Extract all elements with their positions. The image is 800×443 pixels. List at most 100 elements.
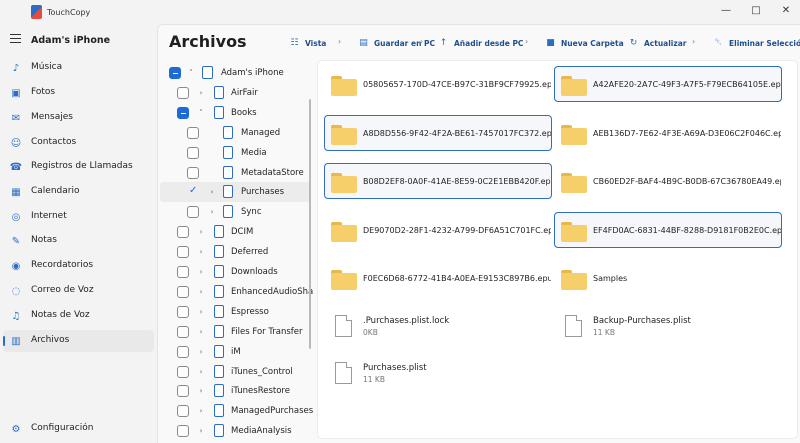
phone-icon: ☎ [9, 161, 23, 173]
tree-item[interactable]: › ManagedPurchases [160, 401, 313, 421]
chevron-down-icon[interactable]: ˅ [197, 108, 205, 118]
chevron-right-icon[interactable]: › [197, 307, 205, 317]
tree-item[interactable]: › Sync [160, 202, 311, 222]
chevron-right-icon[interactable]: › [197, 386, 205, 396]
sidebar-item-phone[interactable]: ☎ Registros de Llamadas [3, 156, 154, 178]
chevron-right-icon[interactable]: › [197, 227, 205, 237]
tree-item[interactable]: › DCIM [160, 222, 311, 242]
sidebar-item-messages[interactable]: ✉ Mensajes [3, 107, 154, 129]
tree-item-label: Books [231, 107, 257, 118]
tree-item-checkbox[interactable] [177, 325, 189, 338]
sidebar-item-calendar[interactable]: ▦ Calendario [3, 181, 154, 203]
tree-item-checkbox[interactable] [177, 266, 189, 278]
tree-item[interactable]: › Espresso [160, 302, 311, 322]
minimize-button[interactable]: — [711, 0, 741, 20]
folder-item[interactable]: DE9070D2-28F1-4232-A799-DF6A51C701FC.epu… [324, 212, 552, 248]
tree-item[interactable]: › Downloads [160, 262, 311, 282]
chevron-right-icon[interactable]: › [197, 327, 205, 337]
tree-item[interactable]: › Files For Transfer [160, 322, 311, 342]
tree-item[interactable]: MetadataStore [160, 163, 311, 183]
tree-item[interactable]: › EnhancedAudioShare [160, 282, 313, 302]
toolbar-refresh-button[interactable]: ↻ Actualizar [628, 35, 687, 51]
tree-item[interactable]: ˅ Adam's iPhone [160, 63, 311, 83]
tree-item[interactable]: Media [160, 143, 311, 163]
tree-item-checkbox[interactable] [177, 305, 189, 318]
folder-item[interactable]: Samples [554, 260, 782, 296]
tree-item[interactable]: › iTunes_Control [160, 362, 311, 382]
sidebar-item-voice-memo[interactable]: ♫ Notas de Voz [3, 305, 154, 327]
sidebar-item-globe[interactable]: ◎ Internet [3, 206, 154, 228]
file-browser-pane: 05805657-170D-47CE-B97C-31BF9CF79925.epu… [317, 60, 798, 439]
chevron-right-icon[interactable]: › [197, 267, 205, 277]
folder-item[interactable]: 05805657-170D-47CE-B97C-31BF9CF79925.epu… [324, 66, 552, 102]
tree-scrollbar[interactable] [309, 99, 311, 349]
tree-item[interactable]: Managed [160, 123, 311, 143]
chevron-down-icon[interactable]: ˅ [187, 68, 195, 78]
close-button[interactable]: ✕ [771, 0, 800, 20]
sidebar-item-settings[interactable]: ⚙ Configuración [3, 418, 154, 440]
folder-icon [214, 384, 224, 398]
tree-item[interactable]: › iM [160, 342, 311, 362]
tree-item-checkbox[interactable] [177, 106, 189, 119]
sidebar-item-photos[interactable]: ▣ Fotos [3, 82, 154, 104]
delete-icon: ␡ [714, 38, 723, 48]
tree-item[interactable]: › AirFair [160, 83, 311, 103]
tree-item-checkbox[interactable] [177, 405, 189, 418]
tree-item-checkbox[interactable] [177, 246, 189, 259]
tree-item[interactable]: ˅ Books [160, 103, 311, 123]
toolbar-grid-view-button[interactable]: ☷ Vista [289, 35, 326, 51]
tree-item-checkbox[interactable] [177, 226, 189, 239]
chevron-right-icon[interactable]: › [197, 347, 205, 357]
tree-item-checkbox[interactable] [177, 86, 189, 99]
folder-item[interactable]: A8D8D556-9F42-4F2A-BE61-7457017FC372.epu… [324, 114, 552, 151]
tree-item-checkbox[interactable] [177, 285, 189, 298]
file-item[interactable]: .Purchases.plist.lock 0KB [324, 310, 552, 346]
folder-item[interactable]: A42AFE20-2A7C-49F3-A7F5-F79ECB64105E.epu… [554, 66, 782, 102]
toolbar-delete-button[interactable]: ␡ Eliminar Selección [713, 35, 800, 51]
chevron-right-icon[interactable]: › [208, 207, 216, 217]
chevron-right-icon[interactable]: › [208, 187, 216, 197]
tree-item[interactable]: › Deferred [160, 242, 311, 262]
chevron-right-icon[interactable]: › [197, 287, 205, 297]
tree-item-label: MetadataStore [241, 167, 304, 178]
tree-item-checkbox[interactable] [177, 365, 189, 378]
tree-item-checkbox[interactable] [177, 345, 189, 358]
sidebar-item-label: Notas [31, 235, 57, 245]
tree-item-checkbox[interactable] [187, 185, 199, 198]
chevron-right-icon[interactable]: › [197, 406, 205, 416]
tree-item-label: EnhancedAudioShare [231, 286, 313, 297]
sidebar-item-music[interactable]: ♪ Música [3, 57, 154, 79]
tree-item-checkbox[interactable] [169, 67, 181, 79]
hamburger-menu-icon[interactable] [10, 34, 21, 43]
file-item[interactable]: Purchases.plist 11 KB [324, 357, 552, 393]
maximize-button[interactable]: □ [741, 0, 771, 20]
file-item[interactable]: Backup-Purchases.plist 11 KB [554, 310, 782, 346]
folder-item[interactable]: CB60ED2F-BAF4-4B9C-B0DB-67C36780EA49.epu… [554, 163, 782, 199]
tree-item-checkbox[interactable] [187, 206, 199, 219]
folder-item[interactable]: F0EC6D68-6772-41B4-A0EA-E9153C897B6.epub [324, 260, 552, 296]
sidebar-item-reminders[interactable]: ◉ Recordatorios [3, 255, 154, 277]
folder-item[interactable]: EF4FD0AC-6831-44BF-8288-D9181F0B2E0C.epu… [554, 211, 782, 248]
toolbar-save-to-pc-button[interactable]: ▤ Guardar en PC [358, 35, 435, 51]
chevron-right-icon[interactable]: › [197, 426, 205, 436]
tree-item[interactable]: › MediaAnalysis [160, 421, 311, 441]
folder-item[interactable]: AEB136D7-7E62-4F3E-A69A-D3E06C2F046C.epu… [554, 115, 782, 151]
sidebar-item-notes[interactable]: ✎ Notas [3, 230, 154, 252]
toolbar-upload-button[interactable]: ↑ Añadir desde PC [438, 35, 524, 51]
sidebar-item-files[interactable]: ▥ Archivos [3, 330, 154, 352]
chevron-right-icon[interactable]: › [197, 88, 205, 98]
chevron-right-icon[interactable]: › [197, 247, 205, 257]
tree-item-checkbox[interactable] [187, 166, 199, 179]
tree-item-checkbox[interactable] [177, 425, 189, 438]
folder-name: AEB136D7-7E62-4F3E-A69A-D3E06C2F046C.epu… [593, 128, 781, 138]
tree-item-label: Managed [241, 127, 281, 138]
chevron-right-icon[interactable]: › [197, 367, 205, 377]
tree-item-checkbox[interactable] [187, 126, 199, 139]
sidebar-item-contacts[interactable]: ☺ Contactos [3, 132, 154, 154]
tree-item-checkbox[interactable] [187, 146, 199, 159]
folder-item[interactable]: B08D2EF8-0A0F-41AE-8E59-0C2E1EBB420F.epu… [324, 163, 552, 199]
tree-item[interactable]: › iTunesRestore [160, 381, 311, 401]
tree-item[interactable]: › Purchases [160, 182, 311, 203]
sidebar-item-voicemail[interactable]: ◌ Correo de Voz [3, 280, 154, 302]
tree-item-checkbox[interactable] [177, 385, 189, 398]
